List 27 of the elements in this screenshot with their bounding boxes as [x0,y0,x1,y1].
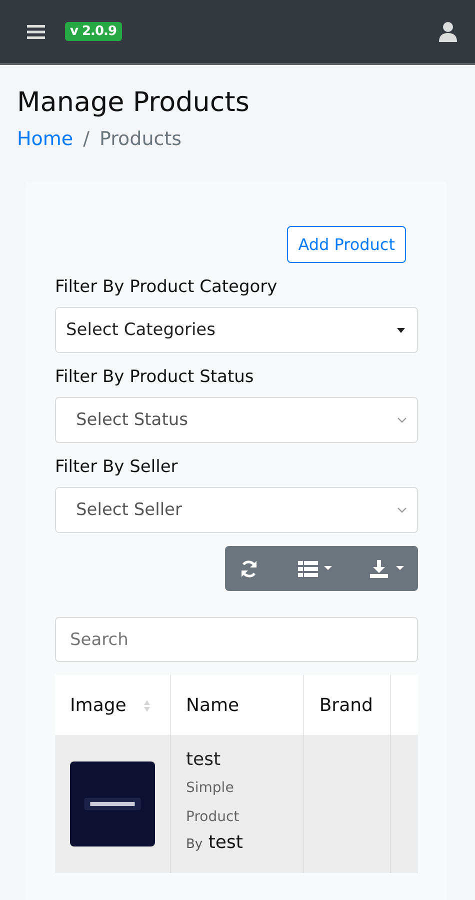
column-header[interactable]: Name [170,675,304,735]
filter-label: Filter By Product Category [55,277,278,297]
user-icon[interactable] [439,22,457,42]
filter-label: Filter By Seller [55,457,179,477]
product-type: Simple Product [186,779,240,827]
download-dropdown-icon[interactable] [370,560,404,578]
category-select[interactable]: Select Categories [55,307,418,353]
version-badge: v 2.0.9 [65,22,122,41]
dropdown-select[interactable]: Select Status [55,397,418,443]
page-title: Manage Products [17,87,250,118]
filter-label: Filter By Product Status [55,367,255,387]
column-header[interactable]: Brand [304,675,391,735]
dropdown-select[interactable]: Select Seller [55,487,418,533]
product-name: test [186,749,222,770]
breadcrumb-link[interactable]: Home [17,128,74,150]
breadcrumb-current: Products [100,128,182,150]
chevron-icon [397,417,407,423]
breadcrumb-separator: / [83,128,90,150]
search-field[interactable]: Search [55,617,418,662]
column-header[interactable]: Image [55,675,170,735]
product-seller: By test [186,832,244,853]
add-product-button[interactable]: Add Product [287,226,406,263]
refresh-icon[interactable] [239,558,259,578]
caret-icon [397,328,405,332]
chevron-icon [397,507,407,513]
columns-dropdown-icon[interactable] [298,560,332,578]
menu-icon[interactable] [27,24,45,38]
